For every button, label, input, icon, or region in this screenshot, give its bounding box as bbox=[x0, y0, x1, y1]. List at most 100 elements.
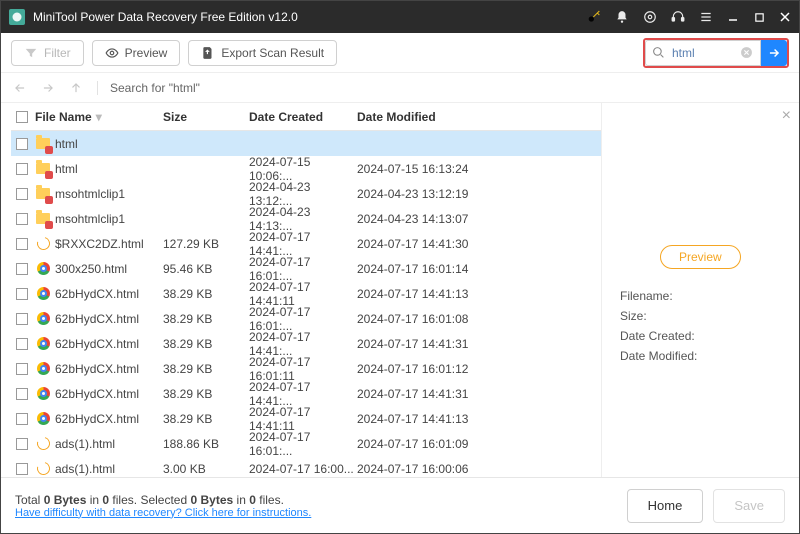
support-headset-icon[interactable] bbox=[669, 8, 687, 26]
chrome-icon bbox=[35, 336, 51, 352]
selection-summary: Total 0 Bytes in 0 files. Selected 0 Byt… bbox=[15, 493, 617, 507]
row-size: 38.29 KB bbox=[163, 362, 249, 376]
row-modified: 2024-04-23 13:12:19 bbox=[357, 187, 601, 201]
row-checkbox[interactable] bbox=[11, 463, 33, 475]
table-row[interactable]: 62bHydCX.html38.29 KB2024-07-17 14:41:..… bbox=[11, 331, 601, 356]
folder-icon bbox=[35, 211, 51, 227]
row-checkbox[interactable] bbox=[11, 188, 33, 200]
row-checkbox[interactable] bbox=[11, 238, 33, 250]
row-checkbox[interactable] bbox=[11, 388, 33, 400]
table-row[interactable]: ads(1).html3.00 KB2024-07-17 16:00...202… bbox=[11, 456, 601, 477]
menu-icon[interactable] bbox=[697, 8, 715, 26]
upgrade-key-icon[interactable] bbox=[585, 8, 603, 26]
chevron-down-icon: ▾ bbox=[96, 110, 102, 124]
table-row[interactable]: msohtmlclip12024-04-23 13:12:...2024-04-… bbox=[11, 181, 601, 206]
folder-icon bbox=[35, 136, 51, 152]
filename-text: 62bHydCX.html bbox=[55, 362, 139, 376]
meta-created: Date Created: bbox=[620, 329, 789, 343]
table-row[interactable]: 300x250.html95.46 KB2024-07-17 16:01:...… bbox=[11, 256, 601, 281]
titlebar-actions bbox=[585, 8, 793, 26]
meta-modified: Date Modified: bbox=[620, 349, 789, 363]
row-checkbox[interactable] bbox=[11, 338, 33, 350]
row-created: 2024-07-17 16:01:11 bbox=[249, 355, 357, 383]
preview-action-button[interactable]: Preview bbox=[660, 245, 741, 269]
filename-text: 62bHydCX.html bbox=[55, 412, 139, 426]
table-row[interactable]: html2024-07-15 10:06:...2024-07-15 16:13… bbox=[11, 156, 601, 181]
clear-search-icon[interactable] bbox=[740, 46, 754, 60]
row-modified: 2024-07-17 16:00:06 bbox=[357, 462, 601, 476]
row-created: 2024-07-17 14:41:... bbox=[249, 380, 357, 408]
nav-up-icon[interactable] bbox=[67, 79, 85, 97]
col-size[interactable]: Size bbox=[163, 110, 249, 124]
filename-text: 62bHydCX.html bbox=[55, 312, 139, 326]
table-row[interactable]: 62bHydCX.html38.29 KB2024-07-17 16:01:..… bbox=[11, 306, 601, 331]
table-row[interactable]: $RXXC2DZ.html 127.29 KB2024-07-17 14:41:.… bbox=[11, 231, 601, 256]
row-created: 2024-07-17 14:41:... bbox=[249, 230, 357, 258]
filename-text: $RXXC2DZ.html bbox=[55, 237, 144, 251]
row-checkbox[interactable] bbox=[11, 413, 33, 425]
row-checkbox[interactable] bbox=[11, 313, 33, 325]
row-modified: 2024-07-17 14:41:31 bbox=[357, 337, 601, 351]
row-checkbox[interactable] bbox=[11, 213, 33, 225]
footer-status: Total 0 Bytes in 0 files. Selected 0 Byt… bbox=[15, 493, 617, 519]
search-submit-button[interactable] bbox=[761, 40, 787, 66]
row-filename: html bbox=[33, 136, 163, 152]
row-size: 38.29 KB bbox=[163, 387, 249, 401]
chrome-icon bbox=[35, 411, 51, 427]
maximize-button[interactable] bbox=[751, 9, 767, 25]
preview-pane: × Preview Filename: Size: Date Created: … bbox=[601, 103, 799, 477]
filter-label: Filter bbox=[44, 46, 71, 60]
row-created: 2024-07-17 14:41:... bbox=[249, 330, 357, 358]
notifications-icon[interactable] bbox=[613, 8, 631, 26]
row-size: 38.29 KB bbox=[163, 412, 249, 426]
nav-back-icon[interactable] bbox=[11, 79, 29, 97]
row-size: 188.86 KB bbox=[163, 437, 249, 451]
nav-forward-icon[interactable] bbox=[39, 79, 57, 97]
row-checkbox[interactable] bbox=[11, 138, 33, 150]
disc-icon[interactable] bbox=[641, 8, 659, 26]
close-preview-icon[interactable]: × bbox=[782, 107, 791, 125]
row-filename: 62bHydCX.html bbox=[33, 286, 163, 302]
table-row[interactable]: 62bHydCX.html38.29 KB2024-07-17 14:41:..… bbox=[11, 381, 601, 406]
minimize-button[interactable] bbox=[725, 9, 741, 25]
col-filename[interactable]: File Name ▾ bbox=[33, 110, 163, 124]
table-row[interactable]: ads(1).html188.86 KB2024-07-17 16:01:...… bbox=[11, 431, 601, 456]
table-row[interactable]: msohtmlclip12024-04-23 14:13:...2024-04-… bbox=[11, 206, 601, 231]
table-row[interactable]: html bbox=[11, 131, 601, 156]
filter-button[interactable]: Filter bbox=[11, 40, 84, 66]
row-checkbox[interactable] bbox=[11, 363, 33, 375]
row-filename: msohtmlclip1 bbox=[33, 186, 163, 202]
table-header: File Name ▾ Size Date Created Date Modif… bbox=[11, 103, 601, 131]
row-checkbox[interactable] bbox=[11, 163, 33, 175]
col-created[interactable]: Date Created bbox=[249, 110, 357, 124]
row-modified: 2024-04-23 14:13:07 bbox=[357, 212, 601, 226]
browser-icon bbox=[35, 461, 51, 477]
export-button[interactable]: Export Scan Result bbox=[188, 40, 337, 66]
close-button[interactable] bbox=[777, 9, 793, 25]
table-row[interactable]: 62bHydCX.html 38.29 KB2024-07-17 16:01:11… bbox=[11, 356, 601, 381]
table-body[interactable]: html html2024-07-15 10:06:...2024-07-15 1… bbox=[11, 131, 601, 477]
chrome-icon bbox=[35, 361, 51, 377]
help-link[interactable]: Have difficulty with data recovery? Clic… bbox=[15, 507, 617, 519]
row-checkbox[interactable] bbox=[11, 288, 33, 300]
footer: Total 0 Bytes in 0 files. Selected 0 Byt… bbox=[1, 477, 799, 533]
search-icon bbox=[652, 46, 665, 59]
search-input[interactable] bbox=[670, 45, 735, 61]
chrome-icon bbox=[35, 261, 51, 277]
table-row[interactable]: 62bHydCX.html38.29 KB2024-07-17 14:41:11… bbox=[11, 281, 601, 306]
search-container bbox=[643, 38, 789, 68]
header-checkbox[interactable] bbox=[11, 111, 33, 123]
window-title: MiniTool Power Data Recovery Free Editio… bbox=[33, 10, 577, 24]
row-filename: 62bHydCX.html bbox=[33, 361, 163, 377]
row-checkbox[interactable] bbox=[11, 263, 33, 275]
home-button[interactable]: Home bbox=[627, 489, 704, 523]
row-size: 38.29 KB bbox=[163, 312, 249, 326]
table-row[interactable]: 62bHydCX.html38.29 KB2024-07-17 14:41:11… bbox=[11, 406, 601, 431]
save-button[interactable]: Save bbox=[713, 489, 785, 523]
row-checkbox[interactable] bbox=[11, 438, 33, 450]
main-area: File Name ▾ Size Date Created Date Modif… bbox=[1, 103, 799, 477]
row-size: 127.29 KB bbox=[163, 237, 249, 251]
col-modified[interactable]: Date Modified bbox=[357, 110, 593, 124]
preview-button[interactable]: Preview bbox=[92, 40, 181, 66]
row-modified: 2024-07-17 14:41:13 bbox=[357, 287, 601, 301]
